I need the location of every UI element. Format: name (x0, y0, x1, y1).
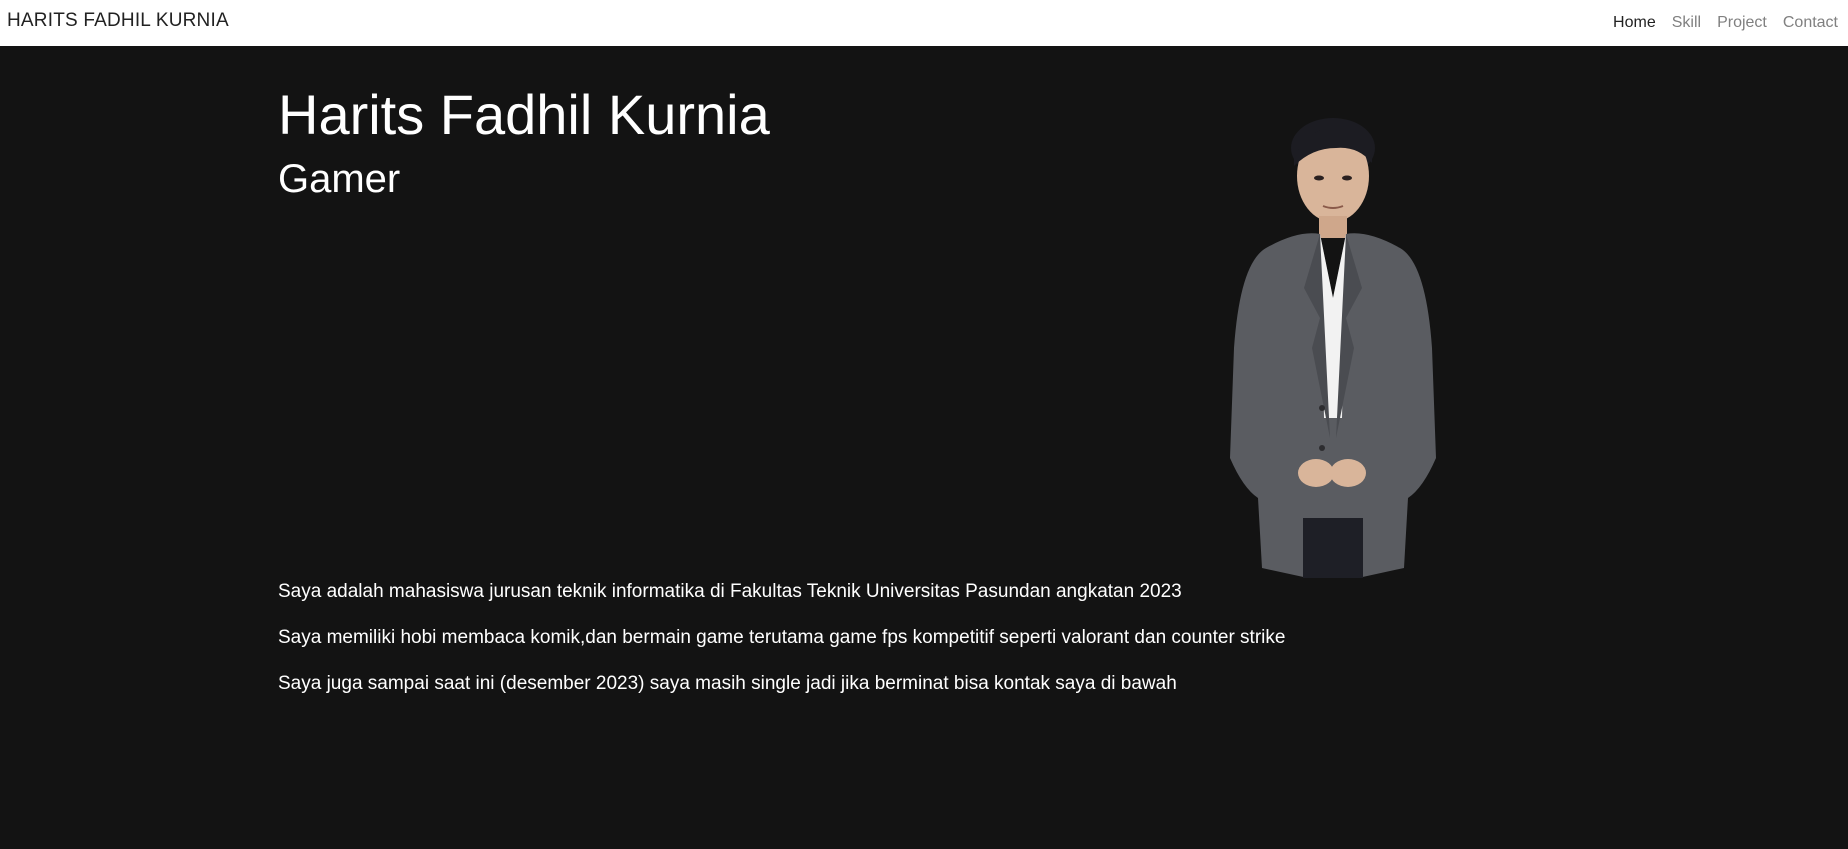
profile-photo (1230, 118, 1436, 578)
nav-skill[interactable]: Skill (1672, 14, 1701, 32)
bio-paragraph-2: Saya memiliki hobi membaca komik,dan ber… (278, 627, 1286, 648)
bio-paragraph-1: Saya adalah mahasiswa jurusan teknik inf… (278, 581, 1182, 602)
hero-name: Harits Fadhil Kurnia (278, 83, 770, 146)
nav-home[interactable]: Home (1613, 14, 1656, 32)
hero-role: Gamer (278, 157, 401, 201)
nav-project[interactable]: Project (1717, 14, 1767, 32)
brand-link[interactable]: HARITS FADHIL KURNIA (7, 10, 229, 32)
bio-paragraph-3: Saya juga sampai saat ini (desember 2023… (278, 673, 1177, 694)
nav-links: Home Skill Project Contact (1597, 0, 1848, 46)
hero-section: Harits Fadhil Kurnia Gamer Saya adalah m… (278, 0, 1438, 849)
nav-contact[interactable]: Contact (1783, 14, 1838, 32)
bio-text: Saya adalah mahasiswa jurusan teknik inf… (278, 580, 1478, 718)
